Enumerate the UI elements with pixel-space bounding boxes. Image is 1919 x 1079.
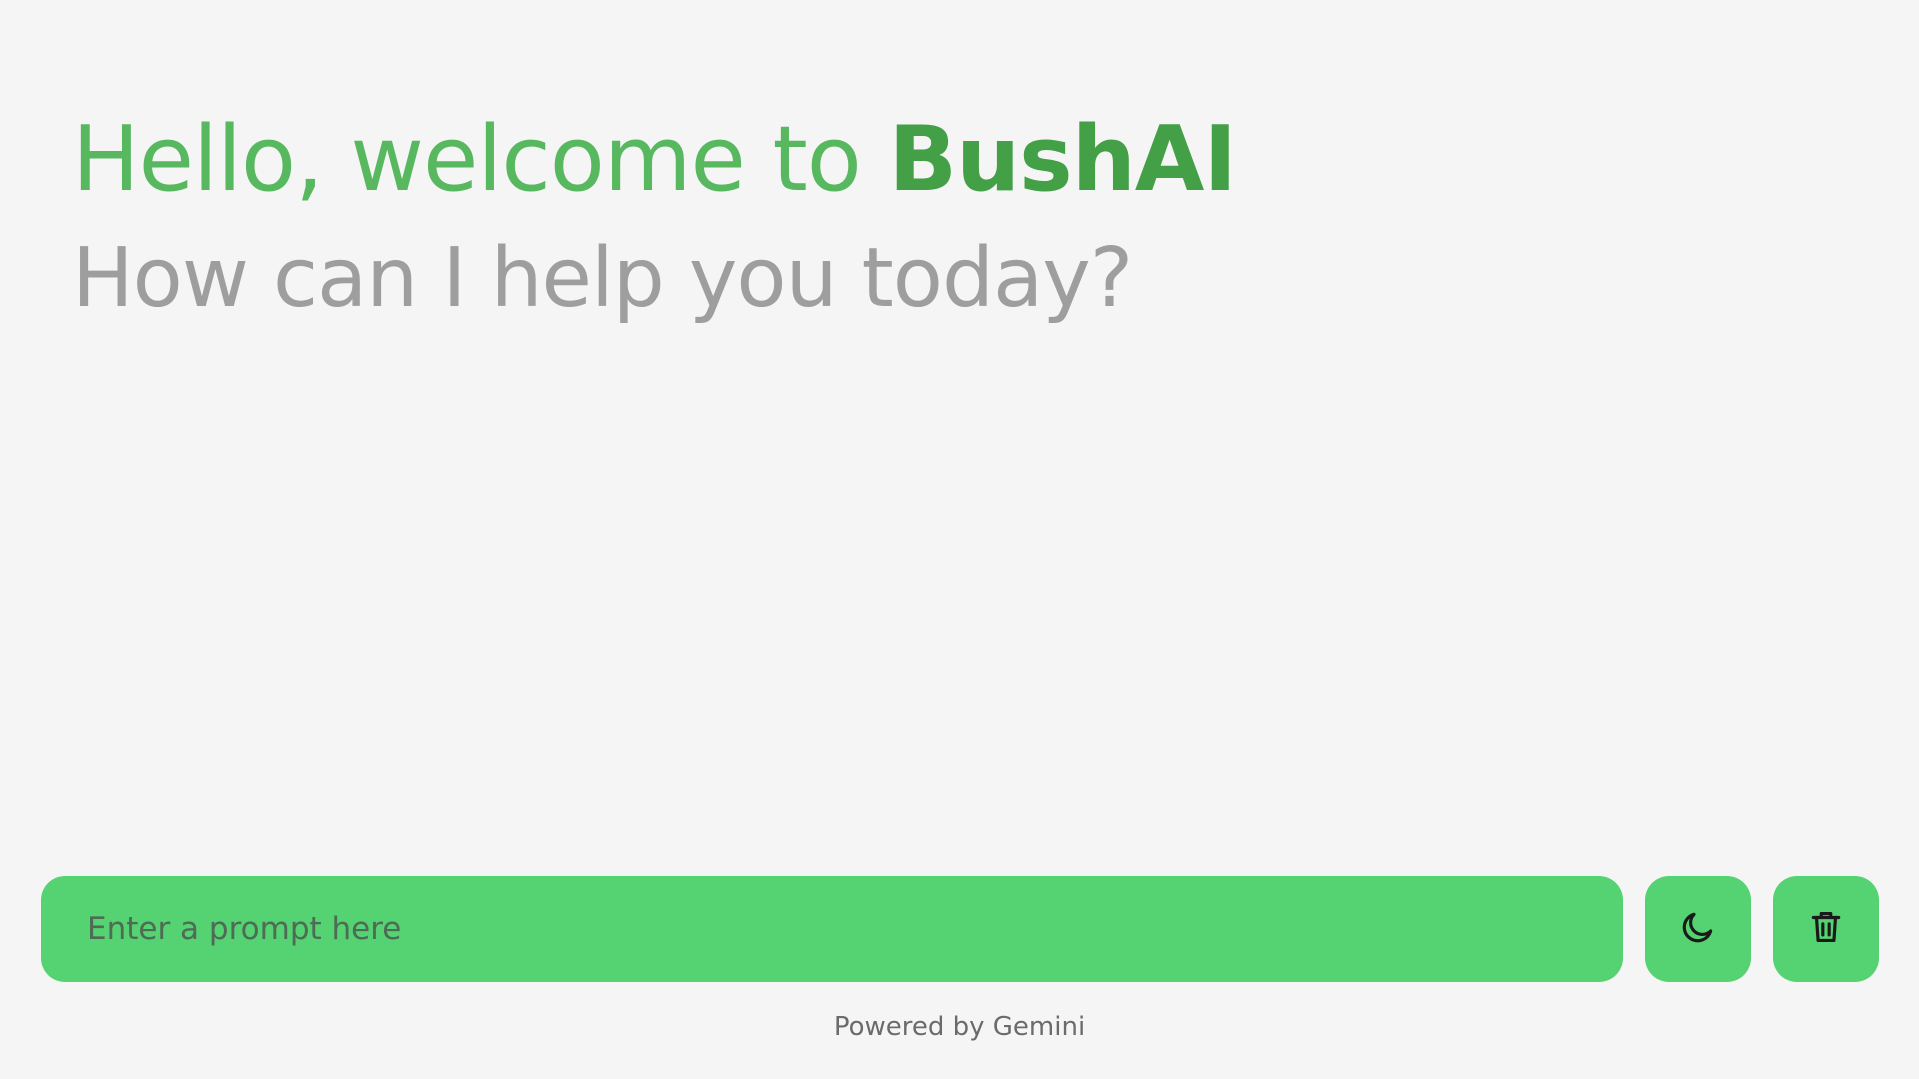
header: Hello, welcome to BushAI How can I help … xyxy=(72,100,1852,340)
footer-text: Powered by Gemini xyxy=(833,1012,1086,1042)
prompt-input[interactable] xyxy=(85,910,1623,948)
prompt-box[interactable] xyxy=(41,876,1623,982)
theme-toggle-button[interactable] xyxy=(1645,876,1751,982)
moon-icon xyxy=(1679,908,1717,950)
greeting-text: Hello, welcome to xyxy=(72,107,889,212)
trash-icon xyxy=(1807,908,1845,950)
subtitle: How can I help you today? xyxy=(72,231,1133,326)
delete-chats-button[interactable] xyxy=(1773,876,1879,982)
typing-area xyxy=(41,876,1879,982)
brand-name: BushAI xyxy=(888,107,1236,212)
greeting-title: Hello, welcome to BushAI xyxy=(72,100,1852,220)
